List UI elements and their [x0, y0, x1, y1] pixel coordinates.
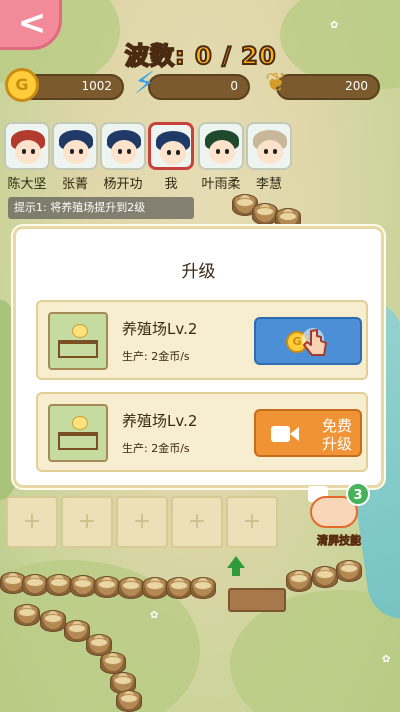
tree-stump: [100, 652, 126, 674]
face: [15, 140, 41, 164]
build-tile[interactable]: [171, 496, 223, 548]
character-avatar[interactable]: [52, 122, 98, 170]
eye: [225, 149, 229, 154]
free-upgrade-label: 免费 升级: [314, 417, 360, 453]
upgrade-card: 养殖场Lv.2 生产: 2金币/s G: [36, 300, 368, 380]
energy-value: 0: [230, 79, 238, 93]
face: [257, 140, 283, 164]
upgrade-card: 养殖场Lv.2 生产: 2金币/s 免费 升级: [36, 392, 368, 472]
eye: [70, 149, 74, 154]
tree-stump: [70, 575, 96, 597]
free-upgrade-button[interactable]: 免费 升级: [254, 409, 362, 457]
flower-decor: ✿: [150, 610, 159, 621]
face: [209, 140, 235, 164]
lightning-icon: ⚡: [134, 66, 156, 101]
wheat-icon: ❦: [265, 68, 287, 98]
chick-icon: [72, 324, 88, 338]
coin-value: 1002: [81, 79, 112, 93]
free-upgrade-line2: 升级: [321, 435, 352, 453]
skill-label: 清屏技能: [317, 534, 362, 548]
build-tile[interactable]: [226, 496, 278, 548]
eye: [31, 149, 35, 154]
character-name: 李慧: [255, 177, 282, 192]
face: [63, 140, 89, 164]
face: [160, 141, 186, 165]
clear-screen-skill-button[interactable]: 3 清屏技能: [302, 482, 376, 550]
energy-bar: 0: [148, 74, 250, 100]
production-rate: 生产: 2金币/s: [122, 442, 190, 455]
back-arrow-icon: <: [17, 3, 47, 43]
eye: [127, 149, 131, 154]
eye: [118, 149, 122, 154]
eye: [176, 150, 180, 155]
building-name: 养殖场Lv.2: [122, 412, 198, 430]
eye: [167, 150, 171, 155]
tree-stump: [14, 604, 40, 626]
farm-thumbnail: [48, 312, 108, 370]
fence-icon: [58, 340, 98, 358]
grain-value: 200: [345, 79, 368, 93]
tree-stump: [336, 560, 362, 582]
tree-stump: [190, 577, 216, 599]
free-upgrade-line1: 免费: [321, 417, 352, 435]
eye: [264, 149, 268, 154]
tree-stump: [40, 610, 66, 632]
up-arrow-stem: [232, 567, 240, 576]
eye: [79, 149, 83, 154]
tree-stump: [22, 574, 48, 596]
flower-decor: ✿: [330, 20, 339, 31]
coin-icon: G: [5, 68, 39, 102]
farm-gate[interactable]: [228, 588, 286, 612]
tree-stump: [166, 577, 192, 599]
pointer-hand-icon: [302, 328, 327, 356]
game-screen: ✿ ✿ ✿ < 波数: 0 / 20 1002 G 0 ⚡ 200 ❦ 陈大坚张…: [0, 0, 400, 712]
build-tile[interactable]: [6, 496, 58, 548]
hint-text: 提示1: 将养殖场提升到2级: [8, 197, 194, 219]
character-avatar[interactable]: [100, 122, 146, 170]
chick-icon: [72, 416, 88, 430]
eye: [216, 149, 220, 154]
tree-stump: [116, 690, 142, 712]
coin-upgrade-button[interactable]: G: [254, 317, 362, 365]
tree-stump: [94, 576, 120, 598]
tree-stump: [142, 577, 168, 599]
video-camera-icon: [271, 426, 299, 442]
farm-thumbnail: [48, 404, 108, 462]
face: [111, 140, 137, 164]
skill-count-badge: 3: [346, 482, 370, 506]
building-name: 养殖场Lv.2: [122, 320, 198, 338]
fence-icon: [58, 432, 98, 450]
build-tile[interactable]: [61, 496, 113, 548]
flower-decor: ✿: [382, 654, 391, 665]
eye: [22, 149, 26, 154]
tree-stump: [286, 570, 312, 592]
character-avatar[interactable]: [198, 122, 244, 170]
eye: [273, 149, 277, 154]
tree-stump: [118, 577, 144, 599]
character-avatar[interactable]: [246, 122, 292, 170]
character-avatar[interactable]: [4, 122, 50, 170]
upgrade-dialog: 升级 养殖场Lv.2 生产: 2金币/s G 养殖场Lv.2 生产: 2金币/s…: [13, 226, 384, 488]
tree-stump: [312, 566, 338, 588]
tree-stump: [46, 574, 72, 596]
build-tile[interactable]: [116, 496, 168, 548]
grain-bar: 200: [276, 74, 380, 100]
character-avatar[interactable]: [148, 122, 194, 170]
dialog-title: 升级: [181, 262, 216, 282]
production-rate: 生产: 2金币/s: [122, 350, 190, 363]
